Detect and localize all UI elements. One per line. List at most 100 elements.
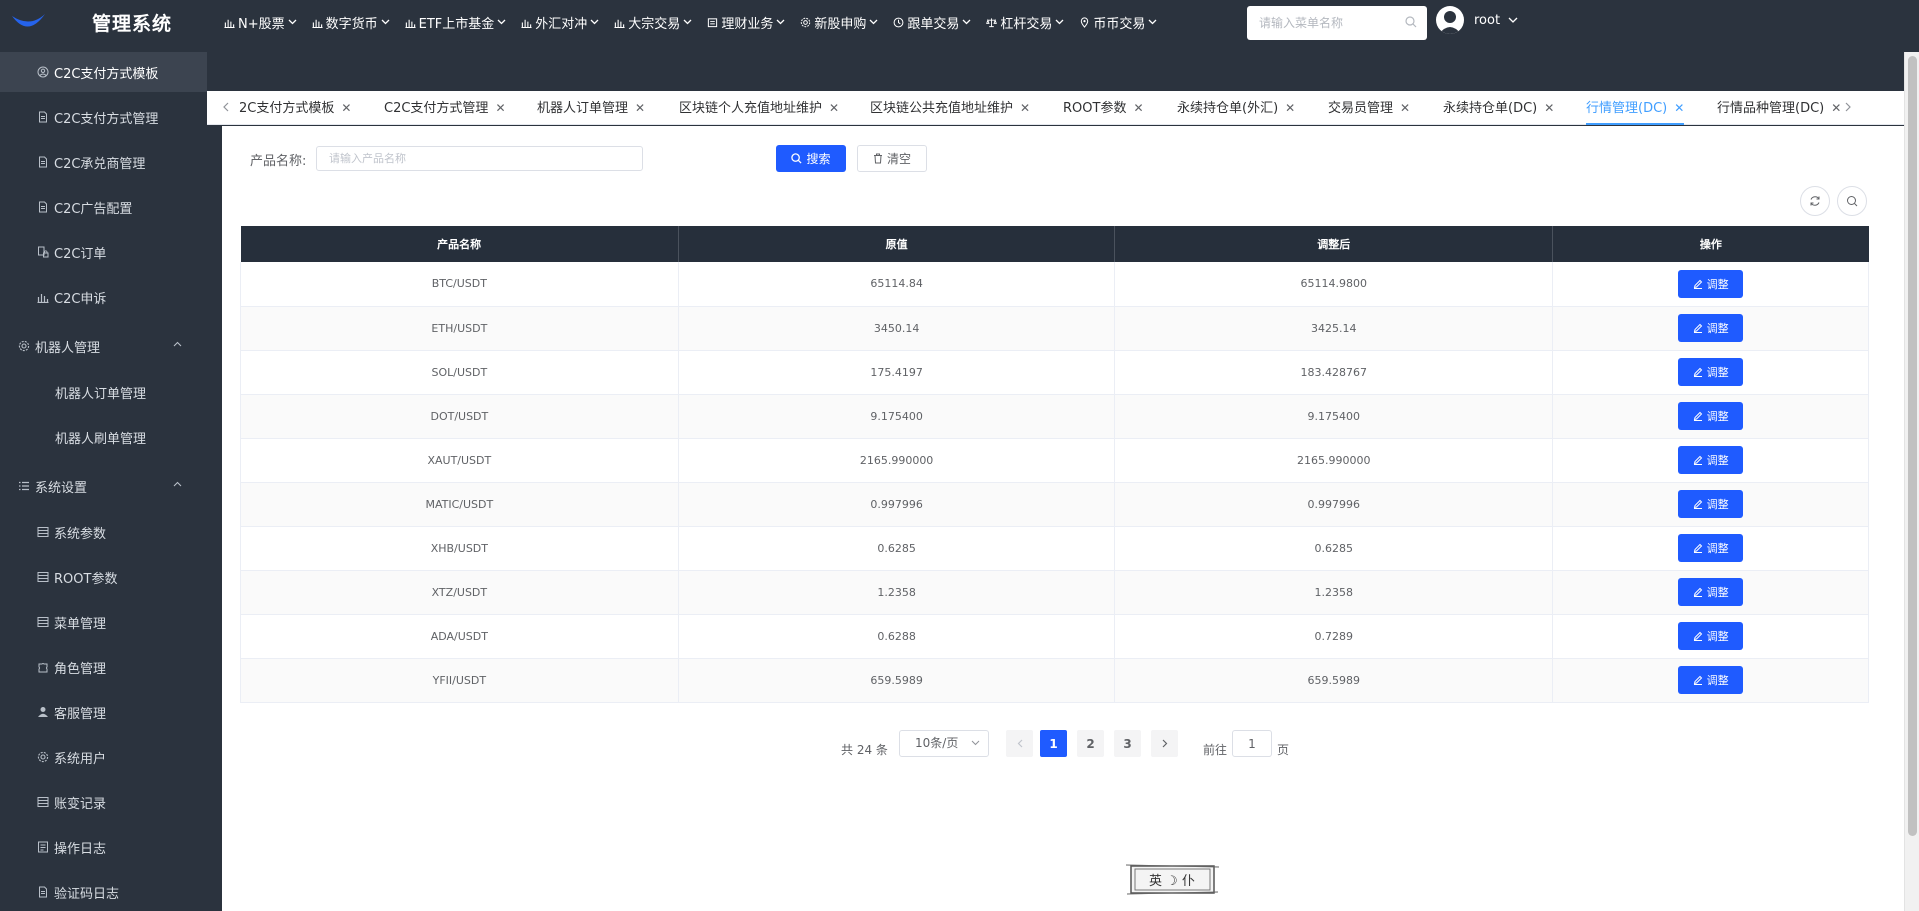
menu-search-input[interactable] [1259,16,1399,30]
clear-button[interactable]: 清空 [857,145,927,172]
adjust-button[interactable]: 调整 [1678,358,1744,386]
chevron-up-icon[interactable] [173,341,182,347]
close-icon[interactable]: ✕ [1133,101,1143,115]
topnav-item[interactable]: N+股票 [224,13,297,32]
sidebar-item[interactable]: 菜单管理 [0,602,207,642]
close-icon[interactable]: ✕ [1674,101,1684,115]
sidebar-item[interactable]: 机器人订单管理 [0,372,207,412]
sidebar-item[interactable]: 账变记录 [0,782,207,822]
page-size-select[interactable]: 10条/页 [899,730,989,757]
sidebar-item[interactable]: 系统参数 [0,512,207,552]
adjust-button[interactable]: 调整 [1678,578,1744,606]
sidebar-item[interactable]: 角色管理 [0,647,207,687]
sidebar-item[interactable]: C2C支付方式管理 [0,97,207,137]
search-icon[interactable] [1405,16,1417,28]
table-icon [37,617,49,627]
close-icon[interactable]: ✕ [495,101,505,115]
close-icon[interactable]: ✕ [829,101,839,115]
tab-item[interactable]: 行情管理(DC) ✕ [1586,91,1685,125]
topnav-item[interactable]: 跟单交易 [893,13,971,32]
scrollbar-thumb[interactable] [1908,56,1917,836]
tab-scroll-left-icon[interactable] [222,102,229,112]
topnav-item[interactable]: 大宗交易 [614,13,692,32]
search-button[interactable]: 搜索 [776,145,846,172]
topnav-item[interactable]: 外汇对冲 [521,13,599,32]
goto-page-input[interactable] [1232,730,1272,757]
next-page-button[interactable] [1151,730,1178,757]
edit-icon [1693,675,1702,685]
tab-item[interactable]: 区块链个人充值地址维护 ✕ [679,91,839,125]
close-icon[interactable]: ✕ [1400,101,1410,115]
tab-item[interactable]: 区块链公共充值地址维护 ✕ [870,91,1030,125]
sidebar-item[interactable]: 系统用户 [0,737,207,777]
prev-page-button[interactable] [1006,730,1033,757]
sidebar-item[interactable]: 客服管理 [0,692,207,732]
avatar[interactable] [1436,6,1464,34]
column-header-adjusted[interactable]: 调整后 [1114,226,1554,262]
close-icon[interactable]: ✕ [1020,101,1030,115]
close-icon[interactable]: ✕ [1285,101,1295,115]
column-header-action: 操作 [1552,226,1869,262]
adjust-button[interactable]: 调整 [1678,446,1744,474]
tab-item[interactable]: 机器人订单管理 ✕ [537,91,645,125]
tab-item[interactable]: 交易员管理 ✕ [1328,91,1410,125]
column-header-original[interactable]: 原值 [678,226,1116,262]
user-name[interactable]: root [1474,13,1500,28]
language-stamp-text: 英 ☽ 仆 [1149,874,1195,889]
adjusted-value-cell: 659.5989 [1114,658,1554,703]
original-value-cell: 65114.84 [678,262,1116,307]
tab-item[interactable]: 2C支付方式模板 ✕ [239,91,351,125]
adjust-button[interactable]: 调整 [1678,622,1744,650]
sidebar-item[interactable]: 操作日志 [0,827,207,867]
topnav-item[interactable]: 杠杆交易 [986,13,1064,32]
adjust-button[interactable]: 调整 [1678,490,1744,518]
tab-item[interactable]: ROOT参数 ✕ [1063,91,1144,125]
sidebar-item[interactable]: C2C支付方式模板 [0,52,207,92]
refresh-button[interactable] [1800,186,1830,216]
chevron-down-icon[interactable] [1508,17,1518,23]
page-scrollbar[interactable] [1904,52,1919,911]
close-icon[interactable]: ✕ [1831,101,1841,115]
close-icon[interactable]: ✕ [341,101,351,115]
language-switch-stamp[interactable]: 英 ☽ 仆 [1125,861,1220,897]
topnav-item-label: 外汇对冲 [535,16,588,32]
tab-item[interactable]: C2C支付方式管理 ✕ [384,91,506,125]
close-icon[interactable]: ✕ [635,101,645,115]
page-number-button[interactable]: 1 [1040,730,1067,757]
sidebar-item[interactable]: 机器人刷单管理 [0,417,207,457]
adjust-button[interactable]: 调整 [1678,402,1744,430]
adjust-button[interactable]: 调整 [1678,534,1744,562]
tab-item[interactable]: 永续持仓单(DC) ✕ [1443,91,1554,125]
sidebar-item[interactable]: ROOT参数 [0,557,207,597]
sidebar-item[interactable]: 系统设置 [0,466,207,506]
column-header-product[interactable]: 产品名称 [240,226,679,262]
product-name-input[interactable] [316,146,643,171]
topnav-item[interactable]: 币币交易 [1079,13,1157,32]
toggle-search-button[interactable] [1837,186,1867,216]
sidebar-item[interactable]: 机器人管理 [0,326,207,366]
sidebar-item[interactable]: C2C承兑商管理 [0,142,207,182]
location-icon [1081,16,1089,28]
topnav-item[interactable]: 新股申购 [800,13,878,32]
page-number-button[interactable]: 3 [1114,730,1141,757]
sidebar-item[interactable]: C2C订单 [0,232,207,272]
sidebar-item-label: 机器人刷单管理 [55,431,147,447]
sidebar-item[interactable]: C2C广告配置 [0,187,207,227]
topnav-item[interactable]: ETF上市基金 [405,13,507,32]
menu-search-box[interactable] [1247,6,1427,40]
close-icon[interactable]: ✕ [1544,101,1554,115]
topnav-item[interactable]: 数字货币 [312,13,390,32]
page-number-button[interactable]: 2 [1077,730,1104,757]
adjust-button[interactable]: 调整 [1678,666,1744,694]
adjust-button[interactable]: 调整 [1678,269,1744,298]
tab-scroll-right-icon[interactable] [1845,102,1852,112]
topnav-item[interactable]: 理财业务 [707,13,785,32]
sidebar-item[interactable]: C2C申诉 [0,277,207,317]
tab-item[interactable]: 永续持仓单(外汇) ✕ [1177,91,1295,125]
tab-item[interactable]: 行情品种管理(DC) ✕ [1717,91,1841,125]
user-menu[interactable]: root [1436,6,1518,34]
adjust-button[interactable]: 调整 [1678,314,1744,342]
chevron-up-icon[interactable] [173,481,182,487]
bar-chart-icon [312,19,323,28]
sidebar-item[interactable]: 验证码日志 [0,872,207,911]
